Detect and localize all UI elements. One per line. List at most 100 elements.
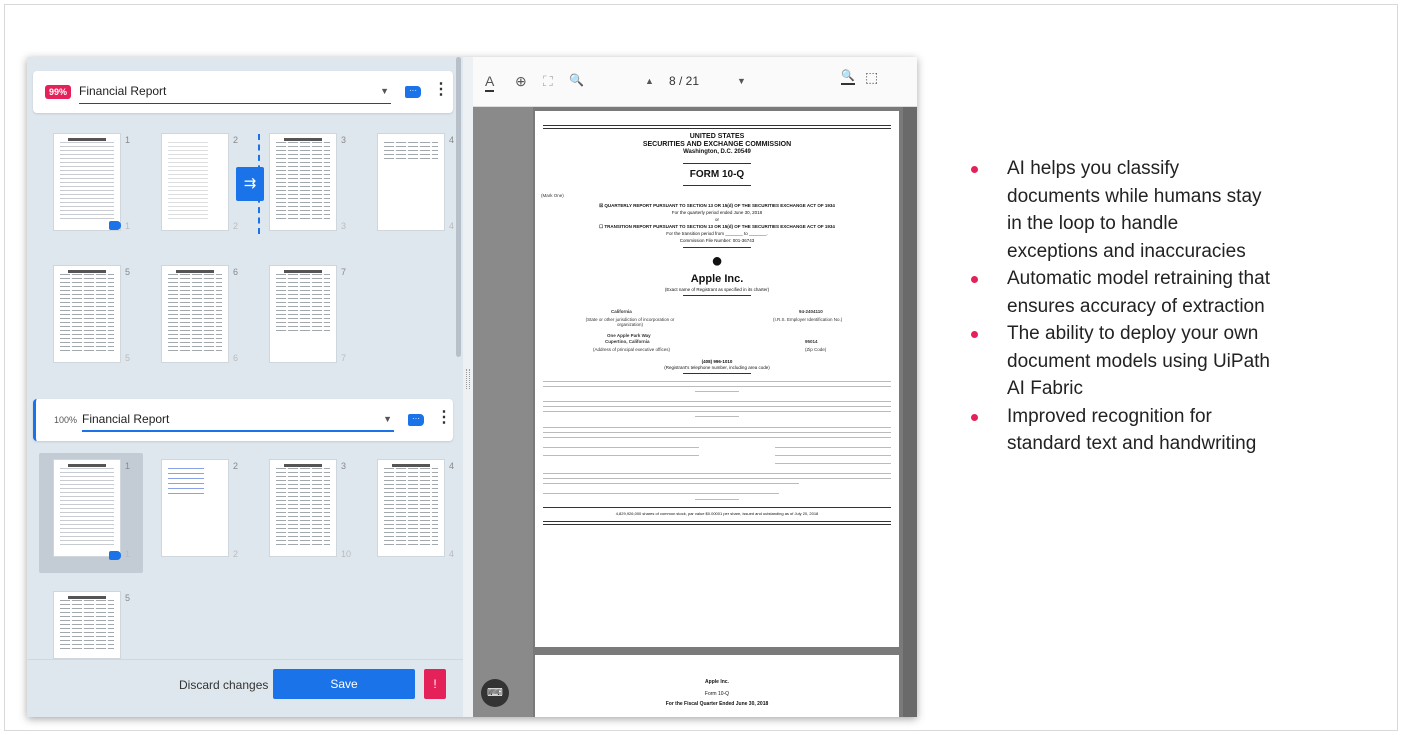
page-thumbnail[interactable] xyxy=(161,459,229,557)
document-split-panel: 99% Financial Report ▼ ··· ⋮ 1 1 2 2 ⇉ 3… xyxy=(27,57,463,717)
phone-caption: (Registrant's telephone number, includin… xyxy=(664,365,770,370)
page-number: 1 xyxy=(125,461,131,471)
chevron-down-icon: ▼ xyxy=(380,86,389,96)
page-number: 6 xyxy=(233,267,239,277)
doc-title-1: UNITED STATES xyxy=(689,133,745,140)
page-thumbnail[interactable] xyxy=(269,265,337,363)
left-scrollbar[interactable] xyxy=(455,57,463,357)
doc-title-2: SECURITIES AND EXCHANGE COMMISSION xyxy=(642,141,792,148)
text-select-icon[interactable]: A xyxy=(485,73,495,92)
page2-form: Form 10-Q xyxy=(704,691,730,697)
page-sub-number: 7 xyxy=(341,353,347,363)
page-number: 3 xyxy=(341,135,347,145)
slide: 99% Financial Report ▼ ··· ⋮ 1 1 2 2 ⇉ 3… xyxy=(4,4,1398,731)
page-thumbnail[interactable] xyxy=(53,591,121,659)
zoom-in-icon[interactable]: ⊕ xyxy=(515,73,527,90)
page-thumbnail[interactable] xyxy=(161,265,229,363)
exception-alert-button[interactable]: ! xyxy=(424,669,446,699)
viewer-toolbar: A ⊕ ⛶ 🔍 ▲ 8 / 21 ▼ 🔍 ⬚ xyxy=(473,57,917,107)
page-thumbnail[interactable] xyxy=(269,133,337,231)
list-item: Improved recognition for standard text a… xyxy=(971,403,1271,458)
previous-page-icon[interactable]: ▲ xyxy=(645,76,654,86)
next-page-icon[interactable]: ▼ xyxy=(737,76,746,86)
page-sub-number: 1 xyxy=(125,221,131,231)
document-type-select[interactable]: Financial Report ▼ xyxy=(82,410,394,432)
page-sub-number: 1 xyxy=(125,549,131,559)
page-number: 2 xyxy=(233,461,239,471)
keyboard-icon[interactable]: ⌨ xyxy=(481,679,509,707)
page-sub-number: 4 xyxy=(449,221,455,231)
page-sub-number: 6 xyxy=(233,353,239,363)
page2-period: For the Fiscal Quarter Ended June 30, 20… xyxy=(665,701,769,707)
page-number: 3 xyxy=(341,461,347,471)
page-thumbnail[interactable] xyxy=(53,459,121,557)
quarterly-report-line: ☒ QUARTERLY REPORT PURSUANT TO SECTION 1… xyxy=(599,203,835,208)
list-item: Automatic model retraining that ensures … xyxy=(971,265,1271,320)
search-icon[interactable]: 🔍 xyxy=(841,69,855,85)
mark-one: (Mark One) xyxy=(541,193,564,198)
area-select-icon[interactable]: ⬚ xyxy=(865,69,878,86)
tag-icon[interactable]: ··· xyxy=(405,86,421,98)
page-number: 4 xyxy=(449,461,455,471)
city: Cupertino, California xyxy=(605,339,650,344)
bullet-text: Improved recognition for standard text a… xyxy=(1007,405,1257,455)
page2-company: Apple Inc. xyxy=(705,679,729,685)
tag-icon xyxy=(109,551,121,560)
confidence-badge: 99% xyxy=(45,85,72,99)
page-number: 5 xyxy=(125,593,131,603)
zip-code: 95014 xyxy=(805,339,818,344)
document-page: UNITED STATES SECURITIES AND EXCHANGE CO… xyxy=(535,111,899,647)
zoom-out-icon[interactable]: 🔍 xyxy=(569,73,584,87)
page-number: 2 xyxy=(233,135,239,145)
viewer-gutter xyxy=(473,107,533,717)
panel-resize-handle[interactable] xyxy=(463,57,473,717)
page-thumbnail[interactable] xyxy=(269,459,337,557)
form-title: FORM 10-Q xyxy=(689,169,745,180)
or-text: or xyxy=(714,217,719,222)
viewer-scrollbar[interactable] xyxy=(903,107,917,717)
quarterly-period: For the quarterly period ended June 30, … xyxy=(671,210,763,215)
page-number: 7 xyxy=(341,267,347,277)
page-sub-number: 2 xyxy=(233,549,239,559)
company-name: Apple Inc. xyxy=(690,273,744,285)
chevron-down-icon: ▼ xyxy=(383,414,392,424)
panel-footer: Discard changes Save ! xyxy=(27,659,463,717)
bullet-text: AI helps you classify documents while hu… xyxy=(1007,158,1262,262)
save-button[interactable]: Save xyxy=(273,669,415,699)
shares-outstanding: 4,829,926,000 shares of common stock, pa… xyxy=(615,511,819,516)
phone: (408) 996-1010 xyxy=(701,359,733,364)
feature-list: AI helps you classify documents while hu… xyxy=(971,155,1271,458)
list-item: The ability to deploy your own document … xyxy=(971,320,1271,403)
document-type-value: Financial Report xyxy=(82,412,170,426)
transition-period: For the transition period from _______ t… xyxy=(666,231,768,236)
split-document-icon[interactable]: ⇉ xyxy=(236,167,264,201)
bullet-icon xyxy=(971,276,978,283)
more-vert-icon[interactable]: ⋮ xyxy=(436,410,452,426)
document-type-value: Financial Report xyxy=(79,84,167,98)
transition-report-line: ☐ TRANSITION REPORT PURSUANT TO SECTION … xyxy=(599,224,835,229)
bullet-text: Automatic model retraining that ensures … xyxy=(1007,268,1270,317)
page-thumbnail[interactable] xyxy=(53,265,121,363)
page-thumbnail[interactable] xyxy=(161,133,229,231)
discard-changes-button[interactable]: Discard changes xyxy=(179,678,268,692)
confidence-badge: 100% xyxy=(54,415,78,425)
tag-icon[interactable]: ··· xyxy=(408,414,424,426)
document-page-2: Apple Inc. Form 10-Q For the Fiscal Quar… xyxy=(535,655,899,717)
app-screenshot: 99% Financial Report ▼ ··· ⋮ 1 1 2 2 ⇉ 3… xyxy=(27,57,917,717)
tag-icon xyxy=(109,221,121,230)
state-caption: (State or other jurisdiction of incorpor… xyxy=(585,317,675,327)
page-sub-number: 5 xyxy=(125,353,131,363)
page-thumbnail[interactable] xyxy=(377,459,445,557)
page-thumbnail[interactable] xyxy=(377,133,445,231)
page-thumbnail[interactable] xyxy=(53,133,121,231)
document-type-select[interactable]: Financial Report ▼ xyxy=(79,82,391,104)
commission-file-number: Commission File Number: 001-36743 xyxy=(679,238,755,243)
apple-logo-icon: ● xyxy=(710,250,724,272)
more-vert-icon[interactable]: ⋮ xyxy=(433,82,449,98)
bullet-icon xyxy=(971,413,978,421)
list-item: AI helps you classify documents while hu… xyxy=(971,155,1271,265)
bullet-icon xyxy=(971,166,978,173)
ein-caption: (I.R.S. Employer Identification No.) xyxy=(773,317,843,322)
fit-page-icon[interactable]: ⛶ xyxy=(543,73,553,90)
address-caption: (Address of principal executive offices) xyxy=(593,347,670,352)
